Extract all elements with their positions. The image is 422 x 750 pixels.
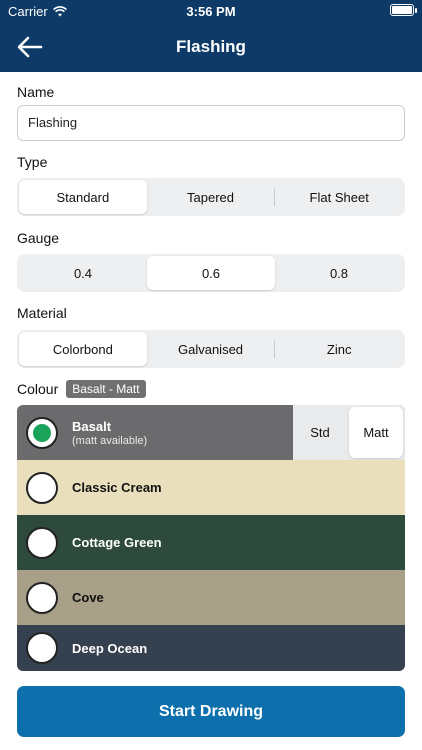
status-bar: Carrier 3:56 PM — [0, 0, 422, 22]
colour-label: Colour — [17, 381, 59, 397]
colour-row-basalt[interactable]: Basalt (matt available) Std Matt — [17, 405, 405, 460]
gauge-option-0-4[interactable]: 0.4 — [19, 256, 147, 290]
page-title: Flashing — [176, 37, 246, 56]
radio-unselected-icon[interactable] — [26, 632, 58, 664]
colour-subtitle: (matt available) — [72, 434, 148, 447]
material-segmented-control: Colorbond Galvanised Zinc — [17, 330, 405, 368]
radio-unselected-icon[interactable] — [26, 471, 58, 504]
battery-icon — [390, 4, 417, 16]
navigation-bar: Carrier 3:56 PM Flashing — [0, 0, 422, 72]
radio-unselected-icon[interactable] — [26, 581, 58, 614]
gauge-label: Gauge — [17, 230, 60, 246]
start-drawing-button[interactable]: Start Drawing — [17, 686, 405, 737]
type-option-tapered[interactable]: Tapered — [147, 180, 275, 214]
finish-option-std[interactable]: Std — [293, 405, 347, 460]
gauge-option-0-8[interactable]: 0.8 — [275, 256, 403, 290]
radio-unselected-icon[interactable] — [26, 526, 58, 559]
finish-toggle: Std Matt — [293, 405, 405, 460]
gauge-segmented-control: 0.4 0.6 0.8 — [17, 254, 405, 292]
colour-row-cottage-green[interactable]: Cottage Green — [17, 515, 405, 570]
colour-header: Colour Basalt - Matt — [17, 380, 146, 398]
selected-colour-badge: Basalt - Matt — [66, 380, 146, 398]
colour-row-deep-ocean[interactable]: Deep Ocean — [17, 625, 405, 671]
type-label: Type — [17, 154, 48, 170]
radio-selected-icon[interactable] — [26, 416, 58, 449]
colour-name: Basalt — [72, 418, 112, 434]
material-option-colorbond[interactable]: Colorbond — [19, 332, 147, 366]
colour-name: Cove — [72, 590, 104, 605]
name-input[interactable]: Flashing — [17, 105, 405, 141]
type-option-standard[interactable]: Standard — [19, 180, 147, 214]
name-label: Name — [17, 84, 55, 100]
material-option-zinc[interactable]: Zinc — [275, 332, 403, 366]
colour-row-cove[interactable]: Cove — [17, 570, 405, 625]
gauge-option-0-6[interactable]: 0.6 — [147, 256, 275, 290]
colour-row-classic-cream[interactable]: Classic Cream — [17, 460, 405, 515]
type-option-flat-sheet[interactable]: Flat Sheet — [275, 180, 403, 214]
colour-name: Cottage Green — [72, 535, 162, 550]
colour-name: Classic Cream — [72, 480, 162, 495]
material-option-galvanised[interactable]: Galvanised — [147, 332, 275, 366]
status-time: 3:56 PM — [186, 4, 236, 19]
finish-option-matt[interactable]: Matt — [349, 407, 403, 458]
type-segmented-control: Standard Tapered Flat Sheet — [17, 178, 405, 216]
colour-list: Basalt (matt available) Std Matt Classic… — [17, 405, 405, 671]
colour-name: Deep Ocean — [72, 640, 148, 656]
material-label: Material — [17, 305, 67, 321]
